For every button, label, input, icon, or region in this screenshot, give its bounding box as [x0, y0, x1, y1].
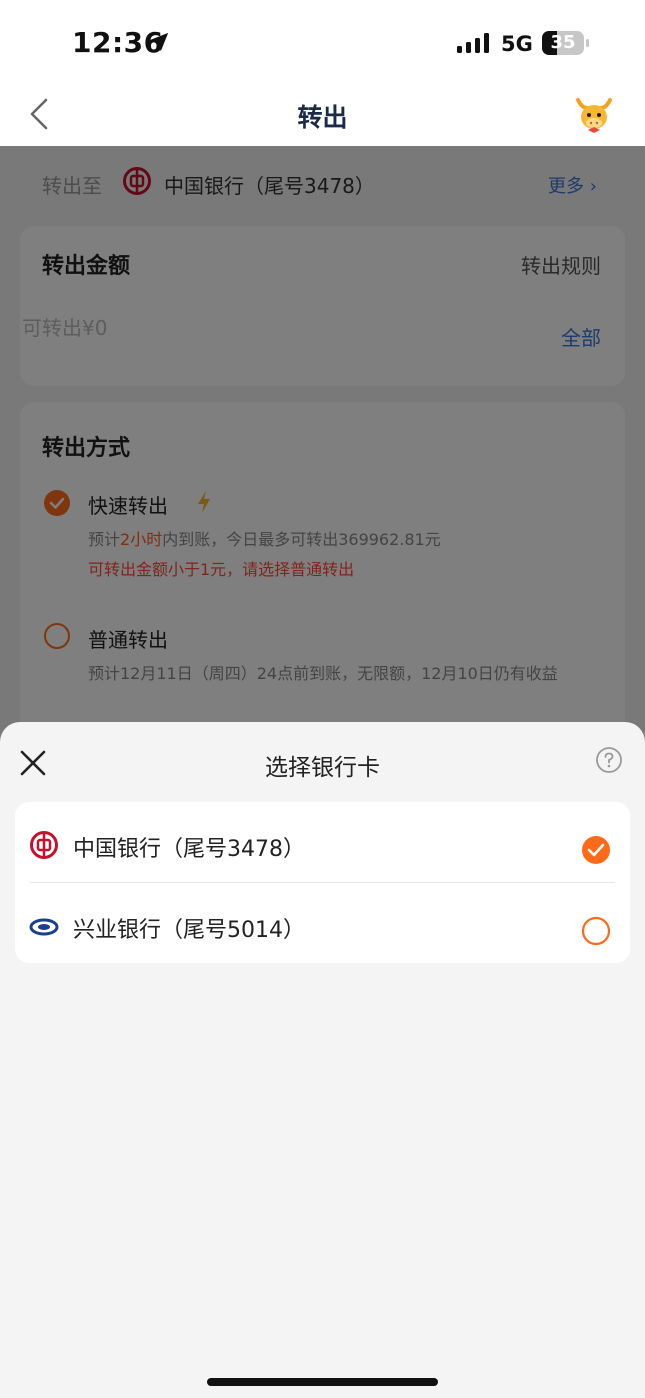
- location-arrow-icon: [149, 32, 169, 52]
- sheet-title: 选择银行卡: [265, 755, 380, 781]
- home-indicator: [207, 1378, 438, 1386]
- battery-cap: [586, 39, 589, 47]
- radio-unchecked-icon[interactable]: [581, 916, 611, 946]
- cib-logo-icon: [29, 918, 59, 936]
- battery-level: 35: [550, 32, 576, 53]
- bank-select-sheet: 选择银行卡 中国银行（尾号3478） 兴业银行（尾号5014）: [0, 722, 645, 1398]
- cow-mascot-icon[interactable]: [574, 94, 614, 134]
- page-title: 转出: [297, 103, 348, 132]
- nav-bar: 转出: [0, 84, 645, 146]
- bank-item-cib[interactable]: 兴业银行（尾号5014）: [15, 883, 630, 963]
- battery-icon: 35: [542, 31, 584, 55]
- status-bar: 12:36 5G 35: [0, 0, 645, 84]
- network-type: 5G: [501, 32, 533, 56]
- boc-logo-icon: [30, 831, 58, 859]
- bank-list: 中国银行（尾号3478） 兴业银行（尾号5014）: [15, 802, 630, 963]
- check-circle-icon[interactable]: [581, 835, 611, 865]
- bank-name: 中国银行（尾号3478）: [73, 837, 305, 862]
- signal-icon: [457, 33, 489, 53]
- help-icon[interactable]: [595, 746, 623, 774]
- bank-item-boc[interactable]: 中国银行（尾号3478）: [15, 802, 630, 882]
- bank-name: 兴业银行（尾号5014）: [73, 918, 305, 943]
